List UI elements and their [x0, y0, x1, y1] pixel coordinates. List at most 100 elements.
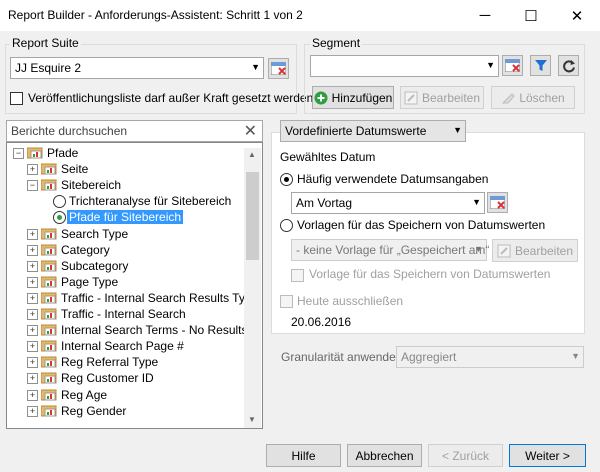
- tree-item[interactable]: − Sitebereich: [7, 177, 245, 193]
- expand-icon[interactable]: +: [27, 373, 38, 385]
- override-checkbox[interactable]: [10, 92, 23, 105]
- report-suite-select[interactable]: JJ Esquire 2 ▼: [10, 57, 264, 79]
- scroll-up-icon[interactable]: ▲: [248, 150, 256, 159]
- tree-item[interactable]: + Internal Search Page #: [7, 338, 245, 354]
- report-suite-picker-button[interactable]: [268, 58, 289, 79]
- templates-radio[interactable]: [280, 219, 293, 232]
- segment-select[interactable]: ▼: [310, 55, 499, 77]
- edit-icon: [404, 91, 418, 104]
- delete-segment-button[interactable]: Löschen: [491, 86, 575, 109]
- edit-icon: [497, 244, 511, 257]
- expand-icon[interactable]: +: [27, 164, 38, 176]
- report-folder-icon: [40, 260, 57, 272]
- collapse-icon[interactable]: −: [13, 148, 24, 159]
- tree-item-label: Reg Age: [61, 387, 108, 402]
- selected-date-label: Gewähltes Datum: [280, 150, 376, 164]
- tree-item[interactable]: + Reg Referral Type: [7, 354, 245, 370]
- tree-item[interactable]: + Reg Gender: [7, 403, 245, 419]
- tree-item[interactable]: + Traffic - Internal Search: [7, 306, 245, 322]
- tree-item[interactable]: + Reg Age: [7, 387, 245, 403]
- templates-select[interactable]: - keine Vorlage für „Gespeichert am“ ▼: [291, 239, 489, 261]
- tree-item[interactable]: Trichteranalyse für Sitebereich: [7, 193, 245, 209]
- tree-item-label: Seite: [61, 162, 89, 177]
- expand-icon[interactable]: +: [27, 341, 38, 353]
- tree-item[interactable]: + Category: [7, 242, 245, 258]
- help-button[interactable]: Hilfe: [266, 444, 341, 467]
- tree-item-label: Pfade: [47, 146, 79, 160]
- segment-picker-button[interactable]: [502, 55, 523, 76]
- date-mode-select[interactable]: Vordefinierte Datumswerte ▼: [280, 120, 466, 142]
- tree-item[interactable]: + Reg Customer ID: [7, 370, 245, 386]
- scroll-thumb[interactable]: [246, 172, 259, 260]
- tree-item[interactable]: + Page Type: [7, 274, 245, 290]
- expand-icon[interactable]: +: [27, 309, 38, 320]
- clear-search-icon[interactable]: ✕: [244, 121, 257, 141]
- tree-item[interactable]: + Search Type: [7, 226, 245, 242]
- granularity-select[interactable]: Aggregiert ▼: [396, 346, 584, 368]
- report-folder-icon: [40, 372, 57, 384]
- report-folder-icon: [40, 308, 57, 320]
- filter-button[interactable]: [530, 55, 551, 76]
- common-dates-label: Häufig verwendete Datumsangaben: [297, 172, 489, 186]
- grid-picker-icon: [490, 196, 505, 209]
- refresh-button[interactable]: [558, 55, 579, 76]
- override-checkbox-label: Veröffentlichungsliste darf außer Kraft …: [28, 91, 314, 105]
- plus-circle-icon: [314, 91, 328, 104]
- tree-item[interactable]: + Traffic - Internal Search Results Type: [7, 290, 258, 306]
- expand-icon[interactable]: +: [27, 260, 38, 272]
- common-dates-radio[interactable]: [280, 173, 293, 186]
- templates-checkbox[interactable]: [291, 269, 304, 282]
- expand-icon[interactable]: +: [27, 276, 38, 288]
- expand-icon[interactable]: +: [27, 357, 38, 369]
- minimize-icon[interactable]: ─: [462, 0, 508, 31]
- report-search-input[interactable]: Berichte durchsuchen ✕: [6, 120, 263, 142]
- maximize-icon[interactable]: ☐: [508, 0, 554, 31]
- report-folder-icon: [26, 147, 43, 159]
- chevron-down-icon: ▼: [251, 62, 260, 72]
- report-folder-icon: [40, 340, 57, 352]
- tree-item[interactable]: Pfade für Sitebereich: [7, 209, 245, 225]
- report-folder-icon: [40, 324, 57, 336]
- close-icon[interactable]: ✕: [554, 0, 600, 31]
- grid-picker-icon: [505, 59, 520, 72]
- chevron-down-icon: ▼: [571, 351, 580, 361]
- report-radio-icon: [53, 211, 66, 225]
- expand-icon[interactable]: +: [27, 389, 38, 401]
- report-folder-icon: [40, 356, 57, 368]
- tree-item-label: Search Type: [61, 226, 129, 241]
- expand-icon[interactable]: +: [27, 292, 38, 304]
- edit-segment-button[interactable]: Bearbeiten: [400, 86, 484, 109]
- expand-icon[interactable]: +: [27, 325, 38, 337]
- tree-item-label: Internal Search Page #: [61, 339, 184, 354]
- tree-scrollbar[interactable]: ▲ ▼: [244, 148, 261, 428]
- chevron-down-icon: ▼: [474, 244, 483, 254]
- tree-item-label: Pfade für Sitebereich: [67, 210, 184, 225]
- report-suite-label: Report Suite: [10, 36, 81, 50]
- templates-edit-button[interactable]: Bearbeiten: [492, 239, 578, 262]
- expand-icon[interactable]: +: [27, 244, 38, 256]
- tree-root[interactable]: − Pfade: [7, 145, 245, 161]
- add-segment-button[interactable]: Hinzufügen: [312, 86, 394, 109]
- tree-item-label: Reg Referral Type: [61, 355, 159, 370]
- tree-item[interactable]: + Subcategory: [7, 258, 245, 274]
- tree-item[interactable]: + Seite: [7, 161, 245, 177]
- expand-icon[interactable]: +: [27, 405, 38, 417]
- tree-item-label: Category: [61, 242, 110, 257]
- scroll-down-icon[interactable]: ▼: [248, 415, 256, 424]
- exclude-today-checkbox[interactable]: [280, 295, 293, 308]
- common-dates-select[interactable]: Am Vortag ▼: [291, 192, 485, 214]
- back-button[interactable]: < Zurück: [428, 444, 503, 467]
- cancel-button[interactable]: Abbrechen: [347, 444, 422, 467]
- grid-picker-icon: [271, 62, 286, 75]
- report-folder-icon: [40, 179, 57, 191]
- next-button[interactable]: Weiter >: [509, 444, 586, 467]
- tree-item[interactable]: + Internal Search Terms - No Results: [7, 322, 248, 338]
- templates-checkbox-label: Vorlage für das Speichern von Datumswert…: [309, 267, 551, 281]
- report-folder-icon: [40, 163, 57, 175]
- tree-item-label: Page Type: [61, 274, 119, 289]
- filter-icon: [534, 60, 547, 71]
- collapse-icon[interactable]: −: [27, 180, 38, 192]
- expand-icon[interactable]: +: [27, 228, 38, 240]
- date-picker-button[interactable]: [487, 192, 508, 213]
- tree-item-label: Trichteranalyse für Sitebereich: [69, 194, 232, 209]
